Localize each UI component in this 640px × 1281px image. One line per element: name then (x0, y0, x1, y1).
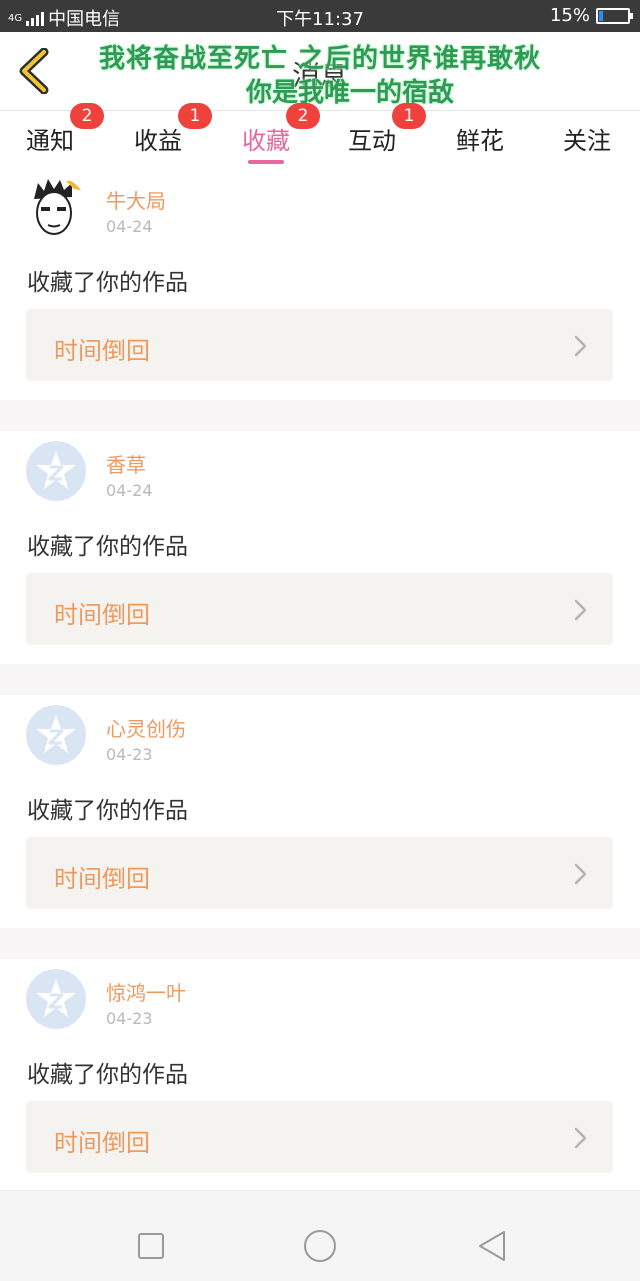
default-z-avatar-icon (26, 969, 86, 1029)
avatar[interactable] (26, 969, 86, 1029)
tab-earnings[interactable]: 收益 1 (134, 103, 212, 156)
work-link[interactable]: 时间倒回 (26, 837, 613, 909)
list-item: 惊鸿一叶 04-23 收藏了你的作品 时间倒回 (0, 959, 640, 1192)
message-feed: 牛大局 04-24 收藏了你的作品 时间倒回 香草 04-24 收藏了你的作品 … (0, 167, 640, 1223)
work-title: 时间倒回 (54, 601, 150, 629)
active-tab-indicator (248, 160, 284, 164)
work-link[interactable]: 时间倒回 (26, 1101, 613, 1173)
square-icon (138, 1233, 164, 1259)
tab-label: 关注 (563, 127, 611, 155)
list-item: 牛大局 04-24 收藏了你的作品 时间倒回 (0, 167, 640, 400)
tab-label: 鲜花 (456, 127, 504, 155)
avatar[interactable] (26, 705, 86, 765)
message-date: 04-23 (106, 745, 153, 764)
cartoon-face-avatar-icon (26, 177, 86, 237)
message-date: 04-24 (106, 217, 153, 236)
username[interactable]: 心灵创伤 (106, 713, 186, 742)
circle-icon (304, 1230, 336, 1262)
recent-apps-button[interactable] (137, 1232, 165, 1264)
home-button[interactable] (302, 1228, 338, 1268)
chevron-right-icon (574, 1127, 587, 1149)
tab-label: 互动 (348, 127, 396, 155)
signature-line-2: 你是我唯一的宿敌 (245, 78, 454, 108)
work-title: 时间倒回 (54, 1129, 150, 1157)
tab-notice[interactable]: 通知 2 (26, 103, 104, 156)
action-text: 收藏了你的作品 (27, 534, 188, 560)
battery-icon (596, 7, 633, 24)
chevron-right-icon (574, 863, 587, 885)
chevron-right-icon (574, 335, 587, 357)
app-header: 消息 我将奋战至死亡 之后的世界谁再敢秋 你是我唯一的宿敌 (0, 32, 640, 111)
status-bar: 4G 中国电信 下午11:37 15% (0, 0, 640, 32)
message-date: 04-24 (106, 481, 153, 500)
chevron-right-icon (574, 599, 587, 621)
back-nav-button[interactable] (476, 1229, 508, 1267)
work-link[interactable]: 时间倒回 (26, 309, 613, 381)
tab-label: 通知 (26, 127, 74, 155)
battery-percent: 15% (549, 5, 590, 26)
tab-label: 收藏 (242, 127, 290, 155)
unread-badge: 1 (392, 103, 426, 129)
message-date: 04-23 (106, 1009, 153, 1028)
action-text: 收藏了你的作品 (27, 270, 188, 296)
unread-badge: 2 (286, 103, 320, 129)
username[interactable]: 惊鸿一叶 (106, 977, 186, 1006)
work-link[interactable]: 时间倒回 (26, 573, 613, 645)
action-text: 收藏了你的作品 (27, 798, 188, 824)
avatar[interactable] (26, 177, 86, 237)
tab-bar: 通知 2 收益 1 收藏 2 互动 1 鲜花 关注 (0, 103, 640, 167)
tab-following[interactable]: 关注 (563, 121, 611, 156)
tab-interaction[interactable]: 互动 1 (348, 103, 426, 156)
tab-label: 收益 (134, 127, 182, 155)
triangle-back-icon (479, 1231, 505, 1261)
signature-line-1: 我将奋战至死亡 之后的世界谁再敢秋 (98, 44, 542, 74)
system-nav-bar (0, 1190, 640, 1281)
list-item: 香草 04-24 收藏了你的作品 时间倒回 (0, 431, 640, 664)
default-z-avatar-icon (26, 705, 86, 765)
status-right: 15% (549, 5, 633, 26)
work-title: 时间倒回 (54, 865, 150, 893)
tab-favorites[interactable]: 收藏 2 (242, 103, 320, 156)
default-z-avatar-icon (26, 441, 86, 501)
status-time: 下午11:37 (276, 9, 364, 30)
unread-badge: 2 (70, 103, 104, 129)
action-text: 收藏了你的作品 (27, 1062, 188, 1088)
unread-badge: 1 (178, 103, 212, 129)
work-title: 时间倒回 (54, 337, 150, 365)
username[interactable]: 牛大局 (106, 185, 166, 214)
list-item: 心灵创伤 04-23 收藏了你的作品 时间倒回 (0, 695, 640, 928)
avatar[interactable] (26, 441, 86, 501)
tab-flowers[interactable]: 鲜花 (456, 121, 504, 156)
username[interactable]: 香草 (106, 449, 146, 478)
